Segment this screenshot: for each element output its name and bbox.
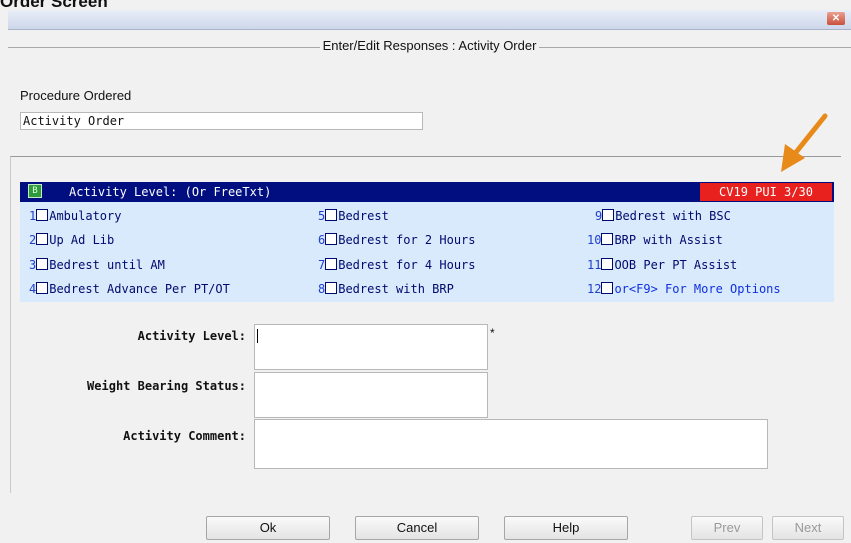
activity-level-label: Activity Level: (137, 329, 246, 343)
option-label: or<F9> For More Options (614, 282, 781, 296)
ok-button[interactable]: Ok (206, 516, 330, 540)
cv19-flag-badge: CV19 PUI 3/30 (700, 183, 832, 201)
option-9[interactable]: 9 Bedrest with BSC (595, 208, 731, 225)
close-icon[interactable]: ✕ (827, 12, 845, 25)
option-label: Bedrest (338, 209, 389, 223)
checkbox[interactable] (36, 233, 49, 245)
option-10[interactable]: 10 BRP with Assist (587, 232, 723, 249)
checkbox[interactable] (36, 282, 49, 294)
checkbox[interactable] (601, 233, 614, 245)
weight-bearing-status-label: Weight Bearing Status: (87, 379, 246, 393)
checkbox[interactable] (325, 258, 338, 270)
checkbox[interactable] (36, 258, 49, 270)
option-1[interactable]: 1 Ambulatory (29, 208, 121, 225)
option-number: 1 (29, 209, 37, 223)
window-titlebar[interactable]: ✕ (8, 10, 851, 30)
checkbox[interactable] (325, 282, 338, 294)
prompt-icon: B (28, 184, 42, 198)
option-number: 5 (318, 209, 326, 223)
orange-arrow-annotation (781, 113, 828, 172)
option-8[interactable]: 8 Bedrest with BRP (318, 281, 454, 298)
prompt-bar: B Activity Level: (Or FreeTxt) CV19 PUI … (20, 182, 834, 202)
options-panel: 1 Ambulatory 2 Up Ad Lib 3 Bedrest until AM… (20, 202, 834, 302)
weight-bearing-status-input[interactable] (254, 372, 488, 418)
option-number: 11 (587, 258, 602, 272)
option-number: 4 (29, 282, 37, 296)
option-label: Bedrest for 2 Hours (338, 233, 476, 247)
dialog-title-wrap: Enter/Edit Responses : Activity Order (8, 38, 851, 53)
cancel-button[interactable]: Cancel (355, 516, 479, 540)
option-label: OOB Per PT Assist (614, 258, 738, 272)
option-number: 7 (318, 258, 326, 272)
checkbox[interactable] (601, 282, 614, 294)
option-label: Up Ad Lib (49, 233, 115, 247)
dialog-title: Enter/Edit Responses : Activity Order (319, 38, 540, 53)
dialog: Enter/Edit Responses : Activity Order Pr… (8, 30, 851, 543)
option-label: Bedrest with BSC (615, 209, 731, 223)
option-number: 2 (29, 233, 37, 247)
prev-button[interactable]: Prev (691, 516, 763, 540)
option-number: 10 (587, 233, 602, 247)
option-number: 12 (587, 282, 602, 296)
next-button[interactable]: Next (772, 516, 844, 540)
option-3[interactable]: 3 Bedrest until AM (29, 257, 165, 274)
option-6[interactable]: 6 Bedrest for 2 Hours (318, 232, 476, 249)
option-label: Bedrest Advance Per PT/OT (49, 282, 230, 296)
procedure-ordered-field: Activity Order (20, 112, 423, 130)
option-7[interactable]: 7 Bedrest for 4 Hours (318, 257, 476, 274)
text-caret (257, 329, 258, 343)
checkbox[interactable] (325, 209, 338, 221)
option-label: Bedrest with BRP (338, 282, 454, 296)
prompt-text: Activity Level: (Or FreeTxt) (69, 185, 272, 199)
option-5[interactable]: 5 Bedrest (318, 208, 389, 225)
option-label: BRP with Assist (614, 233, 723, 247)
option-number: 9 (595, 209, 603, 223)
option-label: Ambulatory (49, 209, 122, 223)
option-label: Bedrest until AM (49, 258, 165, 272)
required-marker: * (490, 326, 495, 340)
procedure-ordered-label: Procedure Ordered (20, 88, 132, 103)
checkbox[interactable] (36, 209, 49, 221)
checkbox[interactable] (602, 209, 615, 221)
option-11[interactable]: 11 OOB Per PT Assist (587, 257, 737, 274)
option-number: 6 (318, 233, 326, 247)
option-4[interactable]: 4 Bedrest Advance Per PT/OT (29, 281, 230, 298)
help-button[interactable]: Help (504, 516, 628, 540)
option-label: Bedrest for 4 Hours (338, 258, 476, 272)
activity-level-input[interactable] (254, 324, 488, 370)
activity-comment-label: Activity Comment: (123, 429, 246, 443)
option-2[interactable]: 2 Up Ad Lib (29, 232, 114, 249)
option-number: 8 (318, 282, 326, 296)
activity-comment-input[interactable] (254, 419, 768, 469)
checkbox[interactable] (325, 233, 338, 245)
checkbox[interactable] (601, 258, 614, 270)
option-number: 3 (29, 258, 37, 272)
option-12-more-options[interactable]: 12 or<F9> For More Options (587, 281, 781, 298)
